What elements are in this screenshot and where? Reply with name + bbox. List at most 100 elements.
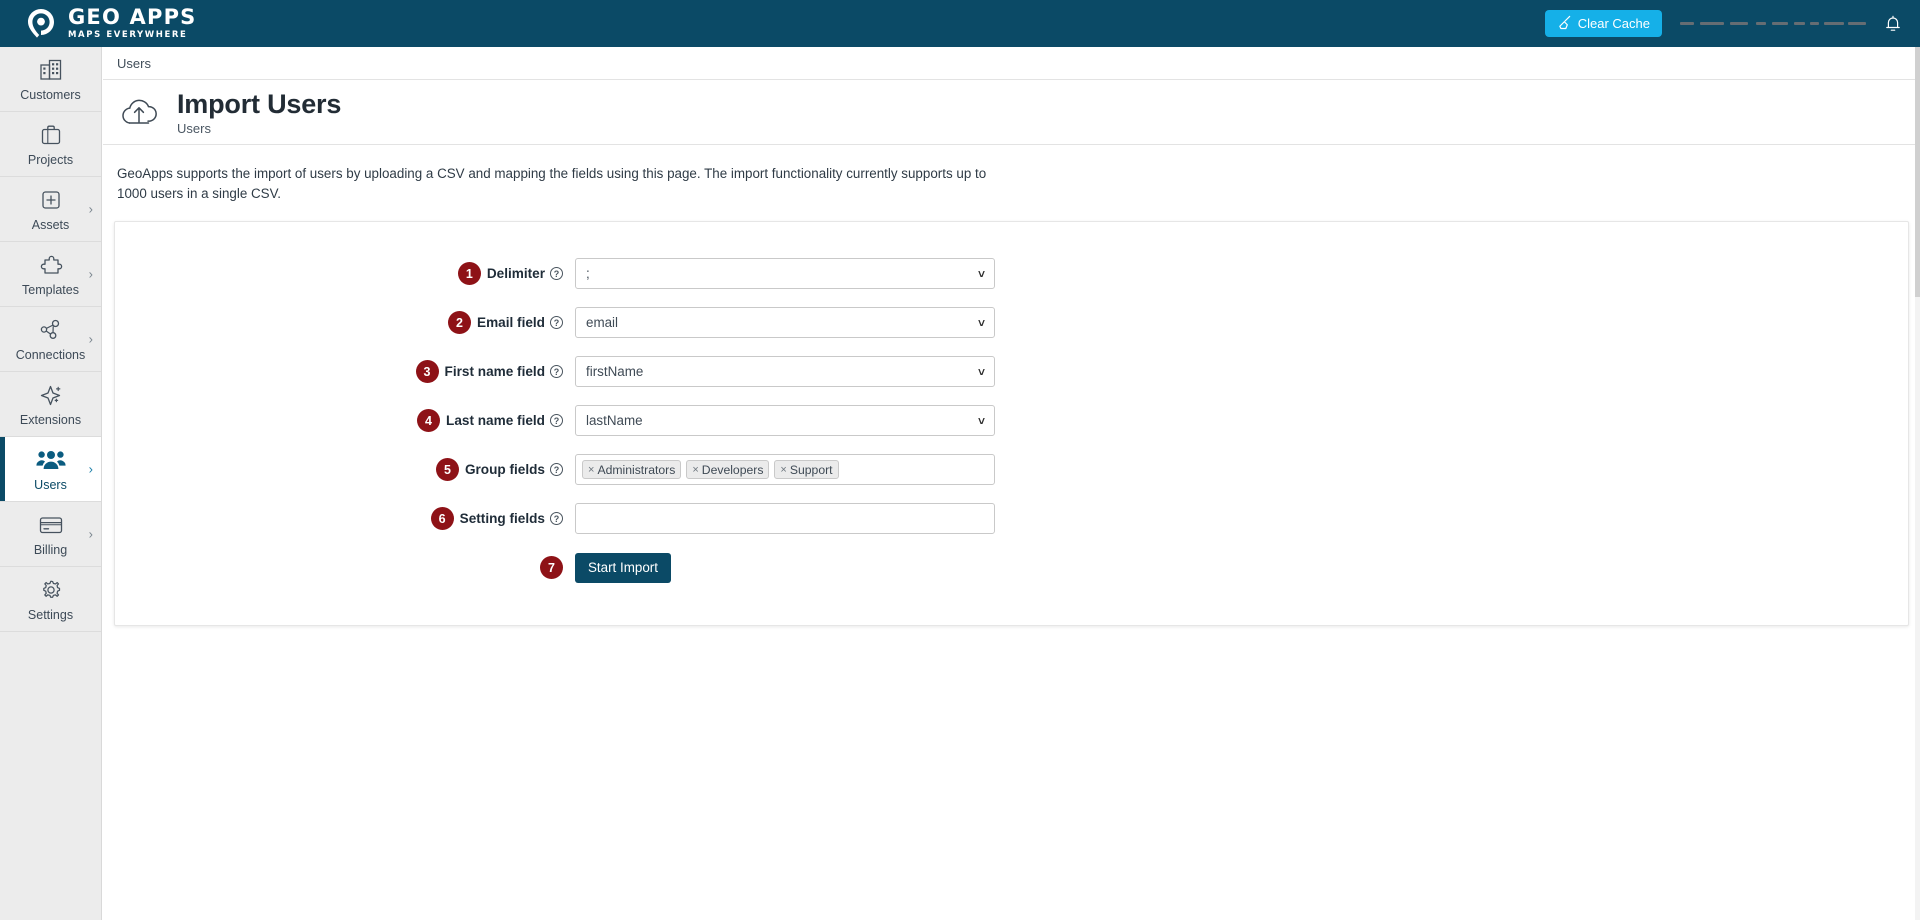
tag-chip[interactable]: × Developers [686,460,770,480]
row-label-cell: 2 Email field? [115,311,575,335]
field-label: First name field? [445,364,563,379]
sidebar-item-projects[interactable]: Projects [0,112,101,177]
step-badge-3: 3 [415,360,439,384]
field-label: Group fields? [465,462,563,477]
credit-card-icon [37,512,65,538]
chevron-right-icon[interactable]: › [89,527,93,542]
field-label-text: Delimiter [486,266,545,282]
geo-apps-pin-icon [24,7,58,41]
question-circle-icon[interactable]: ? [550,267,563,281]
sidebar-item-label: Customers [20,87,81,102]
submit-badge-cell: 7 [115,556,575,580]
buildings-icon [38,57,64,83]
chevron-right-icon[interactable]: › [89,267,93,282]
import-form-rows: 1 Delimiter? ; ˅ 2 Email field? email ˅ 3 First n… [115,222,1908,539]
chevron-down-icon: ˅ [977,413,985,428]
form-row-email-field: 2 Email field? email ˅ [115,303,1908,343]
field-label-text: Last name field [446,413,545,429]
broom-icon [1557,15,1572,33]
plus-square-icon [38,187,64,213]
step-badge-1: 1 [457,262,481,286]
select-value: firstName [586,364,644,380]
start-import-button[interactable]: Start Import [575,552,671,583]
step-badge-5: 5 [435,458,459,482]
tag-label: Support [789,462,833,477]
sidebar-item-users[interactable]: Users › [0,437,101,502]
bell-icon[interactable] [1884,14,1902,34]
sidebar-item-templates[interactable]: Templates › [0,242,101,307]
sidebar-item-label: Assets [31,217,70,232]
field-label: Setting fields? [460,511,563,526]
row-label-cell: 1 Delimiter? [115,262,575,286]
tag-chip[interactable]: × Administrators [582,460,682,480]
gear-icon [38,577,64,603]
sidebar-item-label: Settings [27,607,74,622]
app-logo[interactable]: GEO APPS MAPS EVERYWHERE [0,7,197,41]
sidebar-item-settings[interactable]: Settings [0,567,101,632]
sidebar: Customers Projects Assets › Templates › Connec… [0,47,102,920]
remove-tag-icon[interactable]: × [588,464,594,476]
field-label-text: Email field [477,315,545,331]
row-label-cell: 5 Group fields? [115,458,575,482]
network-icon [38,317,64,343]
puzzle-icon [37,252,65,278]
page-scrollbar-thumb[interactable] [1915,47,1920,297]
sidebar-item-label: Templates [22,282,79,297]
field-label-text: Group fields [464,462,545,478]
remove-tag-icon[interactable]: × [780,464,786,476]
form-row-last-name-field: 4 Last name field? lastName ˅ [115,401,1908,441]
form-row-delimiter: 1 Delimiter? ; ˅ [115,254,1908,294]
chevron-down-icon: ˅ [977,266,985,281]
last-name-field-select[interactable]: lastName ˅ [575,405,995,437]
clear-cache-button[interactable]: Clear Cache [1544,10,1662,37]
chevron-right-icon[interactable]: › [89,332,93,347]
breadcrumb[interactable]: Users [117,56,151,71]
sidebar-item-label: Connections [15,347,86,362]
step-badge-2: 2 [448,311,471,335]
form-row-setting-fields: 6 Setting fields? [115,499,1908,539]
top-bar: GEO APPS MAPS EVERYWHERE Clear Cache [0,0,1920,47]
chevron-down-icon: ˅ [977,364,985,379]
question-circle-icon[interactable]: ? [550,365,563,379]
select-value: lastName [586,413,643,429]
question-circle-icon[interactable]: ? [550,463,563,477]
main-content: Users Import Users Users GeoApps support… [103,47,1920,920]
breadcrumb-bar: Users [103,47,1920,80]
sidebar-item-assets[interactable]: Assets › [0,177,101,242]
logo-title: GEO APPS [68,5,197,30]
select-value: email [586,315,618,331]
top-bar-actions: Clear Cache [1544,10,1920,37]
field-label: Delimiter? [487,266,563,281]
sidebar-item-extensions[interactable]: Extensions [0,372,101,437]
email-field-select[interactable]: email ˅ [575,307,995,339]
question-circle-icon[interactable]: ? [550,316,563,330]
remove-tag-icon[interactable]: × [692,464,698,476]
chevron-right-icon[interactable]: › [89,202,93,217]
submit-row: 7 Start Import [115,548,1908,588]
chevron-right-icon[interactable]: › [89,462,93,477]
briefcase-icon [38,122,64,148]
sidebar-item-label: Extensions [19,412,82,427]
step-badge-6: 6 [430,507,454,531]
logo-tagline: MAPS EVERYWHERE [68,30,188,41]
tag-label: Administrators [597,462,676,477]
setting-fields-tags-input[interactable] [575,503,995,535]
sidebar-item-customers[interactable]: Customers [0,47,101,112]
delimiter-select[interactable]: ; ˅ [575,258,995,290]
cloud-upload-icon [117,92,163,132]
tag-chip[interactable]: × Support [774,460,839,480]
group-fields-tags-input[interactable]: × Administrators × Developers × Support [575,454,995,486]
first-name-field-select[interactable]: firstName ˅ [575,356,995,388]
clear-cache-label: Clear Cache [1577,16,1650,31]
sidebar-item-billing[interactable]: Billing › [0,502,101,567]
field-label-text: Setting fields [459,511,545,527]
sidebar-item-connections[interactable]: Connections › [0,307,101,372]
question-circle-icon[interactable]: ? [550,414,563,428]
user-name-redacted[interactable] [1678,17,1868,31]
question-circle-icon[interactable]: ? [550,512,563,526]
row-label-cell: 3 First name field? [115,360,575,384]
tag-label: Developers [701,462,764,477]
page-subtitle: Users [177,120,211,136]
page-title: Import Users [177,88,342,119]
chevron-down-icon: ˅ [977,315,985,330]
